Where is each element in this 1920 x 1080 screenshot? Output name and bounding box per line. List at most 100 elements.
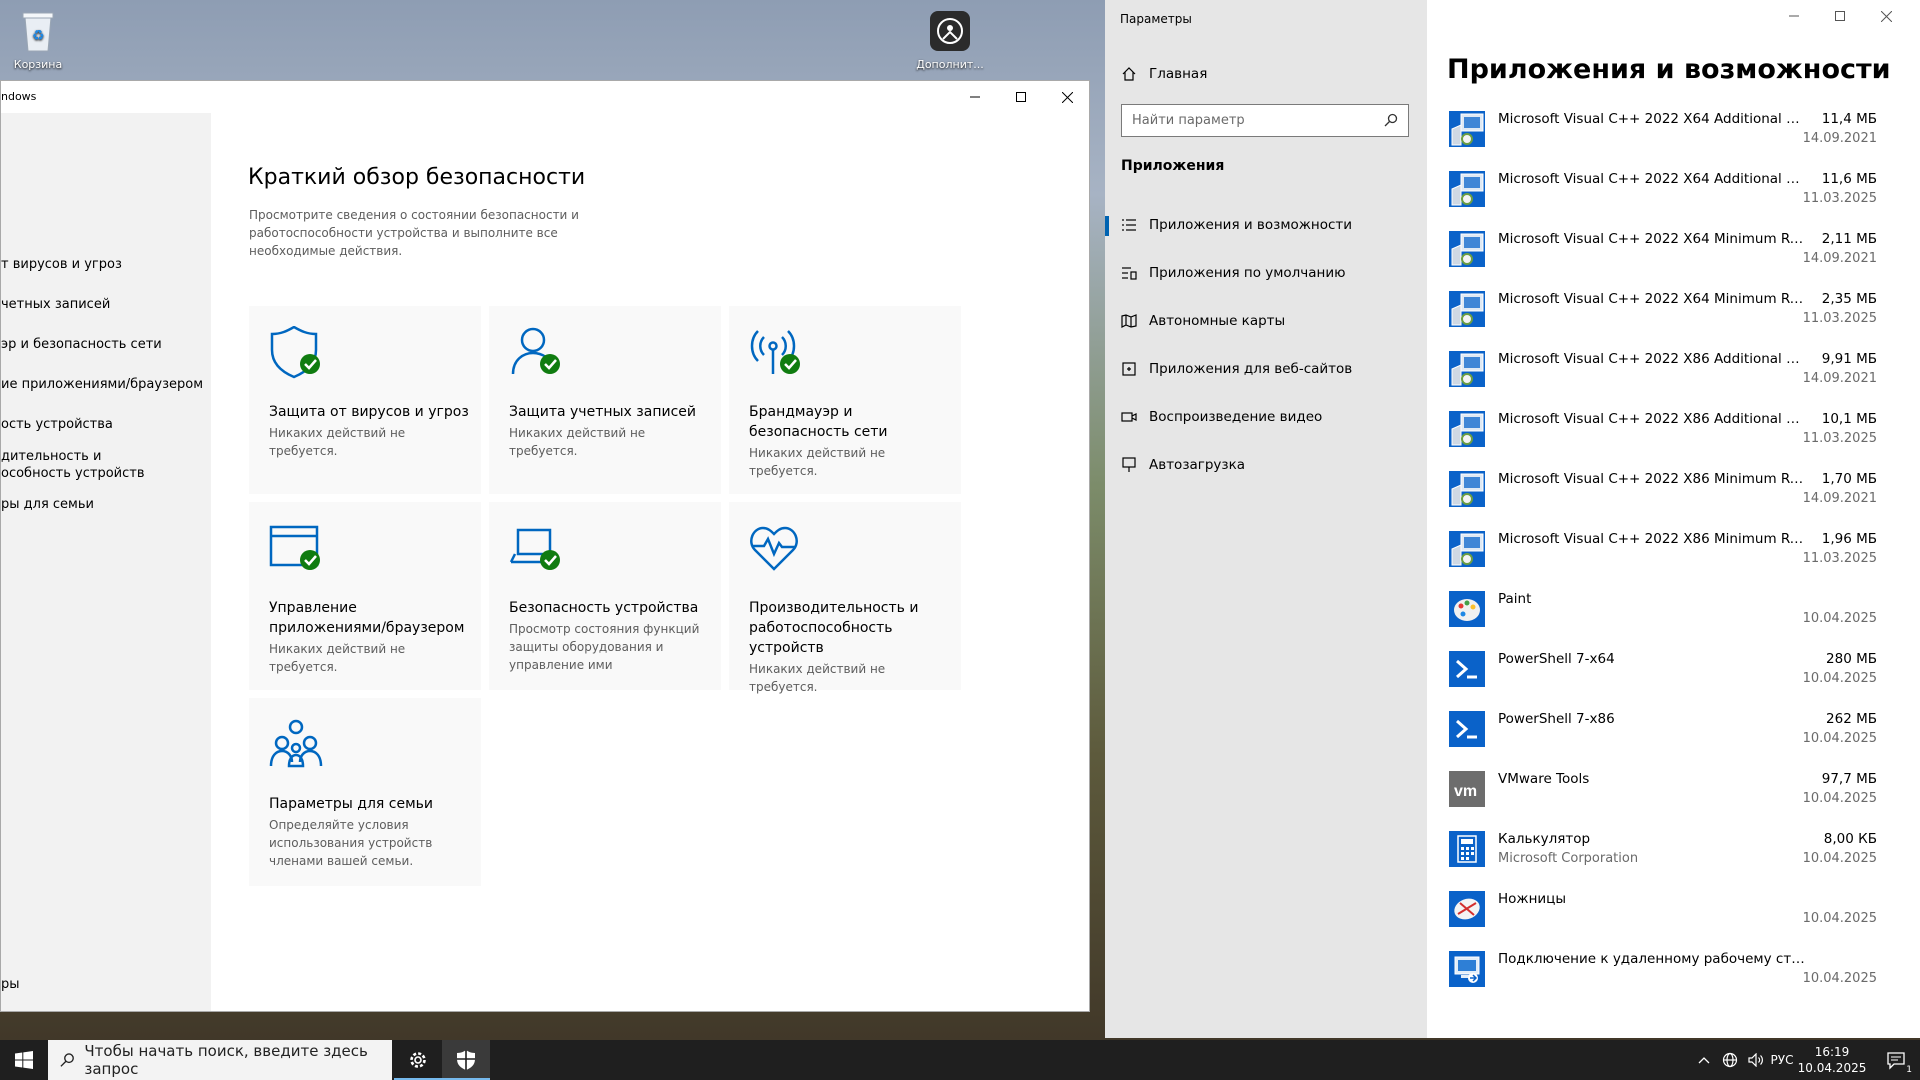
app-size: 9,91 МБ [1821, 351, 1877, 367]
nav-item-default-apps[interactable]: Приложения по умолчанию [1105, 253, 1427, 293]
nav-home[interactable]: Главная [1105, 54, 1427, 94]
app-size: 11,4 МБ [1821, 111, 1877, 127]
app-size: 2,35 МБ [1821, 291, 1877, 307]
tile-title: Производительность и работоспособность у… [749, 600, 919, 656]
app-list-item[interactable]: Microsoft Visual C++ 2022 X86 Additional… [1447, 349, 1877, 409]
security-main: Краткий обзор безопасности Просмотрите с… [211, 113, 1089, 1011]
desktop-icon-extra[interactable]: Дополнит... [912, 8, 988, 71]
tile-family-options[interactable]: Параметры для семьи Определяйте условия … [249, 698, 481, 886]
installer-icon [1449, 231, 1485, 267]
installer-icon [1449, 291, 1485, 327]
nav-item-video-playback[interactable]: Воспроизведение видео [1105, 397, 1427, 437]
taskbar-settings-app[interactable] [394, 1040, 442, 1080]
app-name: Microsoft Visual C++ 2022 X86 Additional… [1498, 351, 1808, 367]
web-app-icon [1105, 362, 1149, 376]
tray-overflow-button[interactable] [1692, 1040, 1716, 1080]
maximize-button[interactable] [998, 81, 1044, 113]
snipping-icon [1449, 891, 1485, 927]
desktop-icon-label: Корзина [13, 58, 63, 71]
app-list-item[interactable]: Ножницы 10.04.2025 [1447, 889, 1877, 949]
minimize-icon [1789, 15, 1799, 17]
nav-item-web-apps[interactable]: Приложения для веб-сайтов [1105, 349, 1427, 389]
app-install-date: 11.03.2025 [1802, 311, 1877, 326]
page-title: Приложения и возможности [1447, 54, 1891, 85]
nav-item-startup[interactable]: Автозагрузка [1105, 445, 1427, 485]
recycle-bin-icon: ♻ [15, 8, 61, 54]
tray-network-button[interactable] [1718, 1040, 1742, 1080]
tray-language-button[interactable]: РУС [1770, 1040, 1794, 1080]
tile-firewall[interactable]: Брандмауэр и безопасность сети Никаких д… [729, 306, 961, 494]
action-center-button[interactable]: 1 [1876, 1040, 1916, 1080]
app-list-item[interactable]: Microsoft Visual C++ 2022 X86 Minimum Ru… [1447, 529, 1877, 589]
app-size: 1,96 МБ [1821, 531, 1877, 547]
sidebar-item-app-browser[interactable]: ие приложениями/браузером [1, 377, 203, 393]
app-name: PowerShell 7-x64 [1498, 651, 1615, 667]
app-list-item[interactable]: PowerShell 7-x64 280 МБ 10.04.2025 [1447, 649, 1877, 709]
taskbar-security-app[interactable] [442, 1040, 490, 1080]
taskbar: Чтобы начать поиск, введите здесь запрос… [0, 1040, 1920, 1080]
app-size: 1,70 МБ [1821, 471, 1877, 487]
app-list-item[interactable]: Microsoft Visual C++ 2022 X64 Minimum Ru… [1447, 229, 1877, 289]
app-name: Microsoft Visual C++ 2022 X64 Additional… [1498, 111, 1808, 127]
security-sidebar: т вирусов и угроз четных записей эр и бе… [1, 113, 211, 1011]
tile-virus-protection[interactable]: Защита от вирусов и угроз Никаких действ… [249, 306, 481, 494]
app-list-item[interactable]: Microsoft Visual C++ 2022 X86 Additional… [1447, 409, 1877, 469]
sidebar-item-family[interactable]: ры для семьи [1, 497, 94, 513]
security-titlebar[interactable]: ndows [1, 81, 1089, 113]
settings-window-title: Параметры [1120, 12, 1192, 26]
app-list-item[interactable]: Microsoft Visual C++ 2022 X64 Additional… [1447, 109, 1877, 169]
sidebar-item-virus[interactable]: т вирусов и угроз [1, 257, 122, 273]
settings-content: Приложения и возможности Microsoft Visua… [1427, 0, 1920, 1038]
maximize-button[interactable] [1817, 0, 1863, 32]
tile-status: Просмотр состояния функций защиты оборуд… [509, 622, 700, 672]
app-list-item[interactable]: PowerShell 7-x86 262 МБ 10.04.2025 [1447, 709, 1877, 769]
app-size: 10,1 МБ [1821, 411, 1877, 427]
tile-account-protection[interactable]: Защита учетных записей Никаких действий … [489, 306, 721, 494]
app-size: 97,7 МБ [1821, 771, 1877, 787]
browser-window-icon [269, 525, 320, 570]
close-button[interactable] [1863, 0, 1909, 32]
app-install-date: 11.03.2025 [1802, 431, 1877, 446]
security-window-title: ndows [1, 90, 37, 103]
nav-item-offline-maps[interactable]: Автономные карты [1105, 301, 1427, 341]
app-list-item[interactable]: Подключение к удаленному рабочему столу 1… [1447, 949, 1877, 1009]
settings-window: Параметры Главная Найти параметр Приложе… [1105, 0, 1920, 1038]
start-button[interactable] [0, 1040, 48, 1080]
tile-device-performance[interactable]: Производительность и работоспособность у… [729, 502, 961, 694]
settings-nav: Параметры Главная Найти параметр Приложе… [1105, 0, 1427, 1038]
installer-icon [1449, 531, 1485, 567]
app-list-item[interactable]: Калькулятор Microsoft Corporation 8,00 КБ 1… [1447, 829, 1877, 889]
desktop-icon-label: Дополнит... [916, 58, 984, 71]
maximize-icon [1016, 92, 1026, 102]
sidebar-item-performance[interactable]: дительность и [1, 449, 101, 465]
sidebar-item-performance-line2[interactable]: особность устройств [1, 466, 145, 482]
tile-device-security[interactable]: Безопасность устройства Просмотр состоян… [489, 502, 721, 690]
gear-icon [410, 1052, 426, 1068]
minimize-button[interactable] [952, 81, 998, 113]
minimize-button[interactable] [1771, 0, 1817, 32]
tile-app-browser-control[interactable]: Управление приложениями/браузером Никаки… [249, 502, 481, 690]
installer-icon [1449, 351, 1485, 387]
taskbar-search-box[interactable]: Чтобы начать поиск, введите здесь запрос [48, 1040, 392, 1080]
tray-clock[interactable]: 16:19 10.04.2025 [1792, 1044, 1872, 1076]
list-icon [1105, 218, 1149, 232]
sidebar-item-device-security[interactable]: ость устройства [1, 417, 113, 433]
sidebar-item-account[interactable]: четных записей [1, 297, 110, 313]
search-icon [60, 1053, 74, 1067]
app-list-item[interactable]: vm VMware Tools 97,7 МБ 10.04.2025 [1447, 769, 1877, 829]
app-list-item[interactable]: Microsoft Visual C++ 2022 X64 Additional… [1447, 169, 1877, 229]
app-name: Калькулятор [1498, 831, 1591, 847]
tray-volume-button[interactable] [1744, 1040, 1768, 1080]
app-list-item[interactable]: Microsoft Visual C++ 2022 X64 Minimum Ru… [1447, 289, 1877, 349]
sidebar-item-firewall[interactable]: эр и безопасность сети [1, 337, 162, 353]
app-name: Microsoft Visual C++ 2022 X86 Additional… [1498, 411, 1808, 427]
close-button[interactable] [1044, 81, 1090, 113]
settings-search-input[interactable]: Найти параметр [1121, 104, 1409, 137]
app-list-item[interactable]: Paint 10.04.2025 [1447, 589, 1877, 649]
nav-item-apps-features[interactable]: Приложения и возможности [1105, 205, 1427, 245]
sidebar-item-settings[interactable]: ры [1, 977, 20, 993]
app-list-item[interactable]: Microsoft Visual C++ 2022 X86 Minimum Ru… [1447, 469, 1877, 529]
desktop-icon-recycle-bin[interactable]: ♻ Корзина [0, 8, 76, 71]
page-description: Просмотрите сведения о состоянии безопас… [249, 208, 579, 258]
nav-item-label: Приложения и возможности [1149, 217, 1353, 233]
